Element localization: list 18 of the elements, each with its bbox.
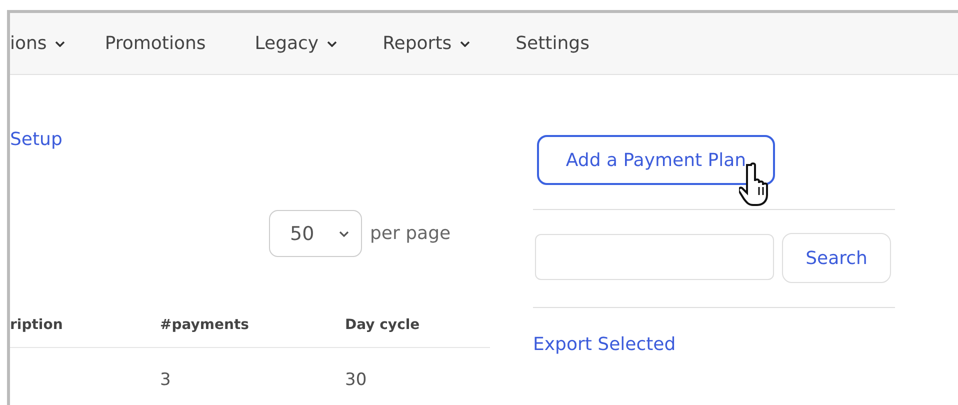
nav-item[interactable]: Reports: [382, 33, 470, 54]
column-header: Day cycle: [345, 317, 420, 333]
search-button[interactable]: Search: [782, 233, 891, 283]
nav-item[interactable]: Promotions: [104, 33, 206, 54]
chevron-down-icon: [339, 230, 349, 236]
setup-link[interactable]: Setup: [10, 129, 62, 150]
column-header: ription: [10, 317, 64, 333]
table-cell: 30: [345, 370, 367, 390]
column-header: #payments: [160, 317, 250, 333]
nav-item[interactable]: Settings: [516, 33, 590, 54]
per-page-select[interactable]: 50: [269, 210, 362, 257]
add-payment-plan-button[interactable]: Add a Payment Plan: [537, 135, 775, 185]
export-selected-link[interactable]: Export Selected: [533, 334, 676, 355]
per-page-label: per page: [370, 223, 451, 244]
nav-item[interactable]: ions: [10, 33, 65, 54]
table-cell-text: 3: [160, 370, 172, 390]
search-field[interactable]: [535, 234, 774, 280]
nav-item[interactable]: Legacy: [254, 33, 337, 54]
